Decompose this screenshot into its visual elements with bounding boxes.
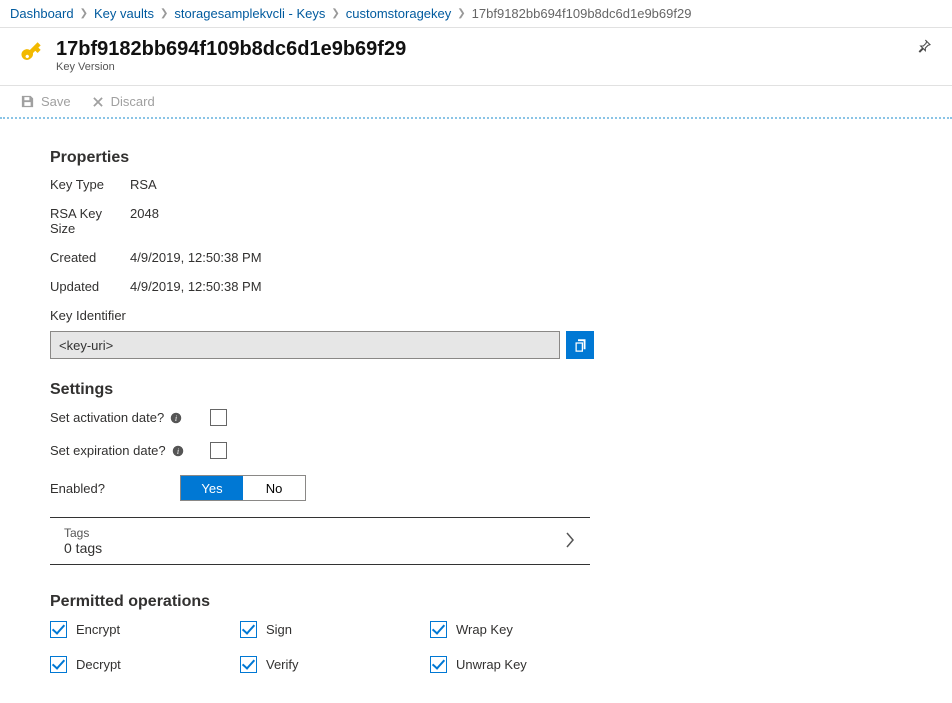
prop-value-created: 4/9/2019, 12:50:38 PM	[130, 250, 262, 265]
prop-value-updated: 4/9/2019, 12:50:38 PM	[130, 279, 262, 294]
prop-value-keytype: RSA	[130, 177, 157, 192]
breadcrumb-vault-keys[interactable]: storagesamplekvcli - Keys	[174, 6, 325, 21]
expiration-date-checkbox[interactable]	[210, 442, 227, 459]
tags-row[interactable]: Tags 0 tags	[50, 517, 590, 565]
properties-heading: Properties	[50, 149, 902, 167]
prop-label-updated: Updated	[50, 279, 130, 294]
op-verify-label: Verify	[266, 657, 299, 672]
expiration-date-label: Set expiration date?	[50, 443, 166, 458]
chevron-right-icon: ❯	[80, 8, 88, 19]
prop-value-keysize: 2048	[130, 206, 159, 236]
breadcrumb-key[interactable]: customstoragekey	[346, 6, 452, 21]
chevron-right-icon: ❯	[160, 8, 168, 19]
breadcrumb: Dashboard ❯ Key vaults ❯ storagesamplekv…	[0, 0, 952, 28]
save-icon	[20, 94, 35, 109]
op-sign-checkbox[interactable]	[240, 621, 257, 638]
tags-label: Tags	[64, 526, 564, 540]
permitted-operations-heading: Permitted operations	[50, 593, 902, 611]
op-decrypt-label: Decrypt	[76, 657, 121, 672]
enabled-yes-button[interactable]: Yes	[181, 476, 243, 500]
key-icon	[20, 40, 46, 69]
activation-date-label: Set activation date?	[50, 410, 164, 425]
key-identifier-label: Key Identifier	[50, 308, 902, 323]
op-decrypt-checkbox[interactable]	[50, 656, 67, 673]
op-wrap-key-label: Wrap Key	[456, 622, 513, 637]
discard-icon	[91, 95, 105, 109]
op-unwrap-key-checkbox[interactable]	[430, 656, 447, 673]
breadcrumb-current: 17bf9182bb694f109b8dc6d1e9b69f29	[472, 6, 692, 21]
op-encrypt-checkbox[interactable]	[50, 621, 67, 638]
page-header: 17bf9182bb694f109b8dc6d1e9b69f29 Key Ver…	[0, 28, 952, 86]
info-icon[interactable]: i	[172, 445, 184, 457]
prop-label-keytype: Key Type	[50, 177, 130, 192]
prop-label-keysize: RSA Key Size	[50, 206, 130, 236]
op-unwrap-key-label: Unwrap Key	[456, 657, 527, 672]
discard-button[interactable]: Discard	[91, 94, 155, 109]
op-encrypt-label: Encrypt	[76, 622, 120, 637]
page-subtitle: Key Version	[56, 61, 406, 73]
op-sign-label: Sign	[266, 622, 292, 637]
toolbar: Save Discard	[0, 86, 952, 119]
prop-label-created: Created	[50, 250, 130, 265]
permitted-operations-list: Encrypt Sign Wrap Key Decrypt Verify Unw…	[50, 621, 650, 673]
activation-date-checkbox[interactable]	[210, 409, 227, 426]
breadcrumb-dashboard[interactable]: Dashboard	[10, 6, 74, 21]
chevron-right-icon: ❯	[331, 8, 339, 19]
page-title: 17bf9182bb694f109b8dc6d1e9b69f29	[56, 38, 406, 61]
pin-icon[interactable]	[916, 38, 932, 57]
breadcrumb-key-vaults[interactable]: Key vaults	[94, 6, 154, 21]
enabled-no-button[interactable]: No	[243, 476, 305, 500]
chevron-right-icon: ❯	[457, 8, 465, 19]
op-verify-checkbox[interactable]	[240, 656, 257, 673]
key-identifier-input[interactable]	[50, 331, 560, 359]
chevron-right-icon	[564, 531, 576, 552]
enabled-toggle: Yes No	[180, 475, 306, 501]
copy-button[interactable]	[566, 331, 594, 359]
tags-count: 0 tags	[64, 540, 564, 556]
save-button[interactable]: Save	[20, 94, 71, 109]
info-icon[interactable]: i	[170, 412, 182, 424]
settings-heading: Settings	[50, 381, 902, 399]
copy-icon	[573, 338, 588, 353]
enabled-label: Enabled?	[50, 481, 105, 496]
op-wrap-key-checkbox[interactable]	[430, 621, 447, 638]
